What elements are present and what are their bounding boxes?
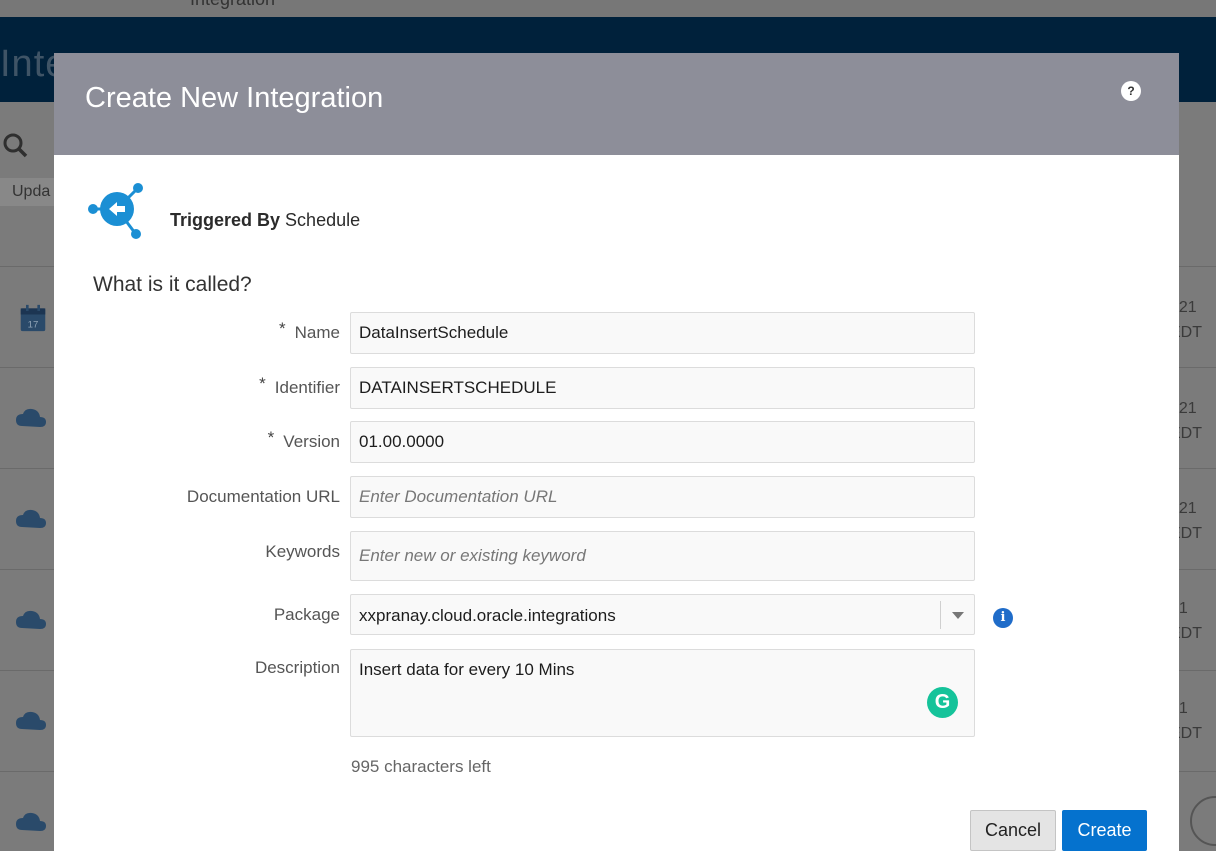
cloud-icon: [16, 711, 46, 730]
version-label: * Version: [267, 428, 340, 451]
required-marker: *: [279, 319, 286, 338]
dialog-title: Create New Integration: [85, 82, 384, 114]
schedule-trigger-icon: [88, 183, 143, 239]
version-input[interactable]: [350, 421, 975, 463]
package-label: Package: [273, 605, 340, 624]
documentation-url-label: Documentation URL: [186, 487, 340, 506]
calendar-day: 17: [28, 320, 39, 331]
trigger-prefix: Triggered By: [170, 210, 281, 230]
package-select[interactable]: xxpranay.cloud.oracle.integrations: [350, 594, 975, 635]
keywords-input[interactable]: [350, 531, 975, 581]
required-marker: *: [259, 374, 266, 393]
search-icon[interactable]: [2, 132, 28, 158]
package-selected-value: xxpranay.cloud.oracle.integrations: [359, 606, 616, 625]
trigger-value: Schedule: [285, 210, 361, 230]
chevron-down-icon[interactable]: [952, 612, 964, 619]
cloud-icon: [16, 812, 46, 831]
calendar-icon: 17: [20, 304, 46, 332]
breadcrumb[interactable]: Integration: [190, 0, 275, 10]
cloud-icon: [16, 509, 46, 528]
trigger-description: Triggered By Schedule: [170, 210, 360, 231]
create-button[interactable]: Create: [1062, 810, 1147, 851]
info-icon[interactable]: i: [993, 608, 1013, 628]
dialog-header: Create New Integration ?: [54, 53, 1179, 155]
section-title: What is it called?: [93, 273, 252, 296]
required-marker: *: [267, 428, 275, 447]
sort-chip[interactable]: Upda: [0, 178, 60, 206]
identifier-label: * Identifier: [259, 374, 340, 397]
characters-left-counter: 995 characters left: [351, 757, 491, 776]
description-textarea[interactable]: Insert data for every 10 Mins: [350, 649, 975, 737]
cancel-button[interactable]: Cancel: [970, 810, 1056, 851]
select-divider: [940, 601, 941, 629]
create-integration-dialog: Create New Integration ? Triggered By Sc…: [54, 53, 1179, 851]
name-label: * Name: [279, 319, 340, 342]
cloud-icon: [16, 408, 46, 427]
help-icon[interactable]: ?: [1121, 81, 1141, 101]
grammarly-icon[interactable]: G: [927, 687, 958, 718]
identifier-input[interactable]: [350, 367, 975, 409]
keywords-label: Keywords: [265, 542, 340, 561]
cloud-icon: [16, 610, 46, 629]
description-label: Description: [254, 658, 340, 677]
documentation-url-input[interactable]: [350, 476, 975, 518]
app-top-bar: Integration: [0, 0, 1216, 17]
name-input[interactable]: [350, 312, 975, 354]
